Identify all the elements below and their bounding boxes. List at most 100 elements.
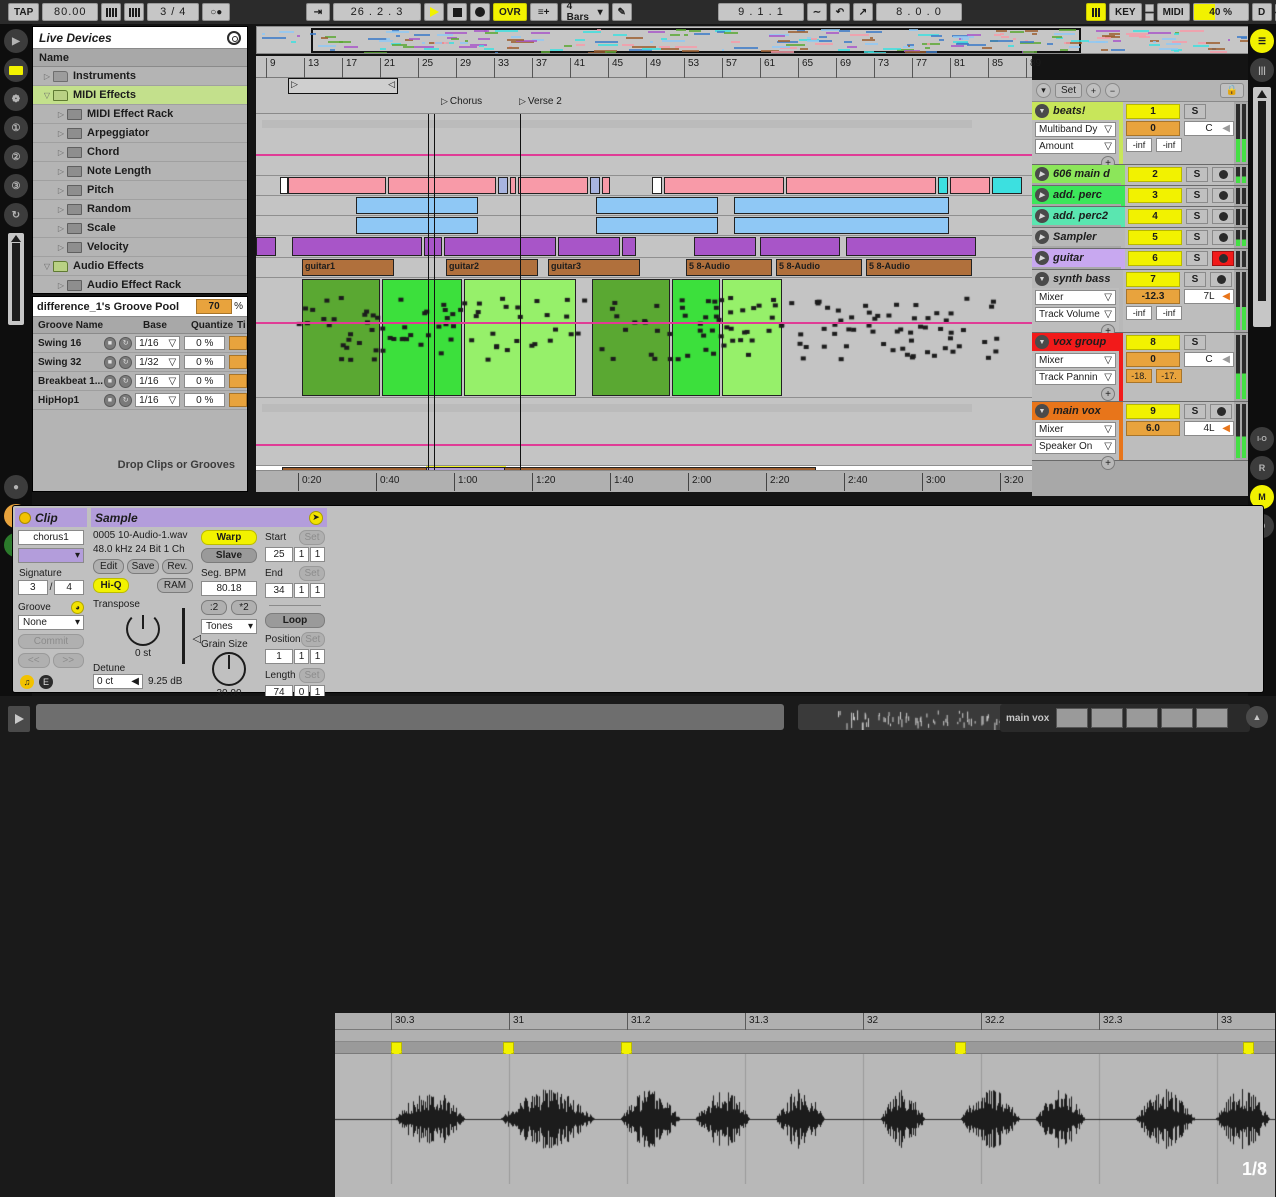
- time-tick[interactable]: 2:20: [766, 473, 789, 491]
- tap-tempo-button[interactable]: TAP: [8, 3, 39, 21]
- arm-button[interactable]: [1212, 209, 1234, 224]
- disclosure-triangle-icon[interactable]: ▷: [55, 167, 67, 176]
- punch-in-toggle-icon[interactable]: ∼: [807, 3, 827, 21]
- waveform-display[interactable]: 1/8: [335, 1054, 1275, 1184]
- browser-item-midi-effects[interactable]: ▽MIDI Effects: [33, 86, 247, 105]
- disclosure-triangle-icon[interactable]: ▷: [41, 72, 53, 81]
- device-chooser[interactable]: Mixer▽: [1035, 353, 1116, 368]
- quantization-dropdown[interactable]: 4 Bars ▾: [561, 3, 609, 21]
- time-tick[interactable]: 3:20: [1000, 473, 1023, 491]
- track-number[interactable]: 2: [1128, 167, 1182, 182]
- warp-marker[interactable]: [955, 1042, 966, 1054]
- col-base[interactable]: Base: [143, 320, 191, 331]
- search-icon[interactable]: [227, 31, 241, 45]
- track-name[interactable]: ▶Sampler: [1032, 228, 1121, 246]
- bar-tick[interactable]: 45: [608, 58, 623, 78]
- nudge-icon[interactable]: [124, 3, 144, 21]
- bar-tick[interactable]: 53: [684, 58, 699, 78]
- position-sub[interactable]: 1: [310, 649, 325, 664]
- warp-marker[interactable]: [1243, 1042, 1254, 1054]
- bar-tick[interactable]: 9: [266, 58, 276, 78]
- arrangement-clip[interactable]: [950, 177, 990, 194]
- arrangement-clip[interactable]: [786, 177, 936, 194]
- commit-button[interactable]: Commit: [18, 634, 84, 649]
- chevron-down-icon[interactable]: ▼: [1035, 404, 1049, 418]
- groove-quantize-value[interactable]: 0 %: [184, 355, 225, 369]
- automation-icon[interactable]: ≡+: [530, 3, 558, 21]
- col-timing[interactable]: Ti: [237, 320, 246, 331]
- time-ruler[interactable]: 0:200:401:001:201:402:002:202:403:003:20: [256, 470, 1032, 492]
- pan-value[interactable]: C◀: [1184, 352, 1234, 367]
- groove-base-dropdown[interactable]: 1/16▽: [135, 336, 180, 350]
- arrangement-track[interactable]: [256, 196, 1032, 216]
- apply-groove-icon[interactable]: ↻: [119, 394, 132, 407]
- track-name-box[interactable]: ▼synth bassMixer▽Track Volume▽+: [1032, 270, 1123, 332]
- chevron-right-icon[interactable]: ▶: [1035, 230, 1049, 244]
- arrangement-clip[interactable]: [664, 177, 784, 194]
- save-button[interactable]: Save: [127, 559, 158, 574]
- locator-lane[interactable]: ChorusVerse 2: [256, 94, 1032, 114]
- bar-tick[interactable]: 41: [570, 58, 585, 78]
- keyboard-icon[interactable]: [1086, 3, 1106, 21]
- bar-tick[interactable]: 49: [646, 58, 661, 78]
- groove-quantize-value[interactable]: 0 %: [184, 336, 225, 350]
- volume-value[interactable]: 0: [1126, 121, 1180, 136]
- plus-icon[interactable]: +: [1101, 387, 1115, 401]
- browser-item-instruments[interactable]: ▷Instruments: [33, 67, 247, 86]
- loop-button[interactable]: Loop: [265, 613, 325, 628]
- list-view-icon[interactable]: ☰: [1250, 29, 1274, 53]
- refresh-icon[interactable]: ↻: [4, 203, 28, 227]
- time-sig-denominator[interactable]: 4: [179, 6, 186, 18]
- time-sig-numerator[interactable]: 3: [160, 6, 167, 18]
- track-number[interactable]: 7: [1126, 272, 1180, 287]
- device-thumb[interactable]: [1126, 708, 1158, 728]
- arrangement-clip[interactable]: [938, 177, 948, 194]
- disclosure-triangle-icon[interactable]: ▷: [55, 110, 67, 119]
- parameter-chooser[interactable]: Speaker On▽: [1035, 439, 1116, 454]
- punch-in-icon[interactable]: ⇥: [306, 3, 330, 21]
- bar-tick[interactable]: 73: [874, 58, 889, 78]
- arrangement-clip[interactable]: [558, 237, 620, 256]
- col-groove-name[interactable]: Groove Name: [33, 320, 143, 331]
- arrangement-clip[interactable]: guitar2: [446, 259, 538, 276]
- arrangement-clip[interactable]: [596, 217, 718, 234]
- loop-brace-lane[interactable]: ▷ ◁: [256, 78, 1032, 94]
- arrangement-clip[interactable]: [734, 197, 949, 214]
- sample-ruler-tick[interactable]: 31.2: [627, 1013, 650, 1030]
- bar-tick[interactable]: 17: [342, 58, 357, 78]
- arm-button[interactable]: [1210, 404, 1232, 419]
- volume-value[interactable]: 6.0: [1126, 421, 1180, 436]
- groove-quantize-value[interactable]: 0 %: [184, 374, 225, 388]
- apply-groove-icon[interactable]: ↻: [119, 337, 132, 350]
- help-icon[interactable]: ▲: [1246, 706, 1268, 728]
- plus-icon[interactable]: +: [1086, 83, 1101, 98]
- device-chain-strip[interactable]: main vox: [1000, 704, 1250, 732]
- groove-timing-value[interactable]: [229, 374, 247, 388]
- metronome-icon[interactable]: [101, 3, 121, 21]
- mixer-track-synth-bass[interactable]: ▼synth bassMixer▽Track Volume▽+7S-12.37L…: [1032, 270, 1248, 333]
- reverse-button[interactable]: Rev.: [162, 559, 193, 574]
- mixer-track-606-main-d[interactable]: ▶606 main d2S: [1032, 165, 1248, 186]
- solo-button[interactable]: S: [1186, 167, 1208, 182]
- pan-value[interactable]: C◀: [1184, 121, 1234, 136]
- time-tick[interactable]: 0:40: [376, 473, 399, 491]
- device-chooser[interactable]: Mixer▽: [1035, 422, 1116, 437]
- tempo-field[interactable]: 80.00: [42, 3, 98, 21]
- mixer-track-beats[interactable]: ▼beats!Multiband Dy▽Amount▽+1S0C◀-inf-in…: [1032, 102, 1248, 165]
- punch-out-toggle-icon[interactable]: ↗: [853, 3, 873, 21]
- track-number[interactable]: 9: [1126, 404, 1180, 419]
- sample-ruler-tick[interactable]: 31.3: [745, 1013, 768, 1030]
- solo-button[interactable]: S: [1186, 230, 1208, 245]
- ram-button[interactable]: RAM: [157, 578, 193, 593]
- metronome-toggle-icon[interactable]: ○●: [202, 3, 230, 21]
- disclosure-triangle-icon[interactable]: ▷: [55, 281, 67, 290]
- signature-denominator[interactable]: 4: [54, 580, 84, 595]
- groove-base-dropdown[interactable]: 1/32▽: [135, 355, 180, 369]
- bar-tick[interactable]: 13: [304, 58, 319, 78]
- browser-item-audio-effects[interactable]: ▽Audio Effects: [33, 257, 247, 276]
- arrangement-clip[interactable]: [846, 237, 976, 256]
- arrangement-clip[interactable]: [734, 217, 949, 234]
- groove-base-dropdown[interactable]: 1/16▽: [135, 393, 180, 407]
- position-beat[interactable]: 1: [294, 649, 309, 664]
- slave-button[interactable]: Slave: [201, 548, 257, 563]
